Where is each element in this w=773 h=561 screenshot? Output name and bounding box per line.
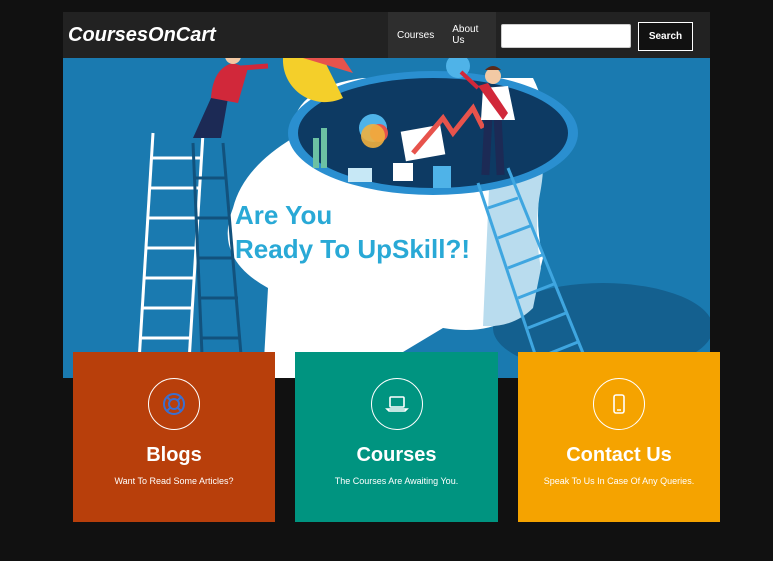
hero-headline-line1: Are You [235, 200, 333, 230]
search-button[interactable]: Search [638, 22, 693, 51]
item-doc [348, 168, 372, 182]
item-clock [361, 124, 385, 148]
card-title: Courses [356, 444, 437, 466]
item-calendar [393, 163, 413, 181]
hero-headline-line2: Ready To UpSkill?! [235, 234, 470, 264]
card-contact-us[interactable]: Contact Us Speak To Us In Case Of Any Qu… [518, 352, 720, 522]
card-subtitle: Speak To Us In Case Of Any Queries. [543, 476, 695, 486]
person-left [193, 58, 269, 138]
lifebuoy-icon [148, 378, 200, 430]
card-subtitle: Want To Read Some Articles? [114, 476, 234, 486]
card-subtitle: The Courses Are Awaiting You. [334, 476, 459, 486]
laptop-icon [370, 378, 423, 430]
card-blogs[interactable]: Blogs Want To Read Some Articles? [73, 352, 275, 522]
card-title: Contact Us [566, 444, 672, 466]
nav-link-about-us[interactable]: About Us [443, 24, 496, 46]
item-phone [433, 166, 451, 188]
hero-banner: Are You Ready To UpSkill?! [63, 58, 710, 378]
hero-headline: Are You Ready To UpSkill?! [235, 198, 470, 266]
navbar: CoursesOnCart Courses About Us Search [63, 12, 710, 58]
search-input[interactable] [501, 24, 631, 48]
item-bar [313, 138, 319, 168]
card-title: Blogs [146, 444, 202, 466]
card-courses[interactable]: Courses The Courses Are Awaiting You. [295, 352, 498, 522]
item-bar [321, 128, 327, 168]
nav-links: Courses About Us [388, 12, 496, 58]
brand-logo[interactable]: CoursesOnCart [68, 24, 216, 47]
nav-link-courses[interactable]: Courses [388, 30, 443, 41]
mobile-phone-icon [593, 378, 645, 430]
